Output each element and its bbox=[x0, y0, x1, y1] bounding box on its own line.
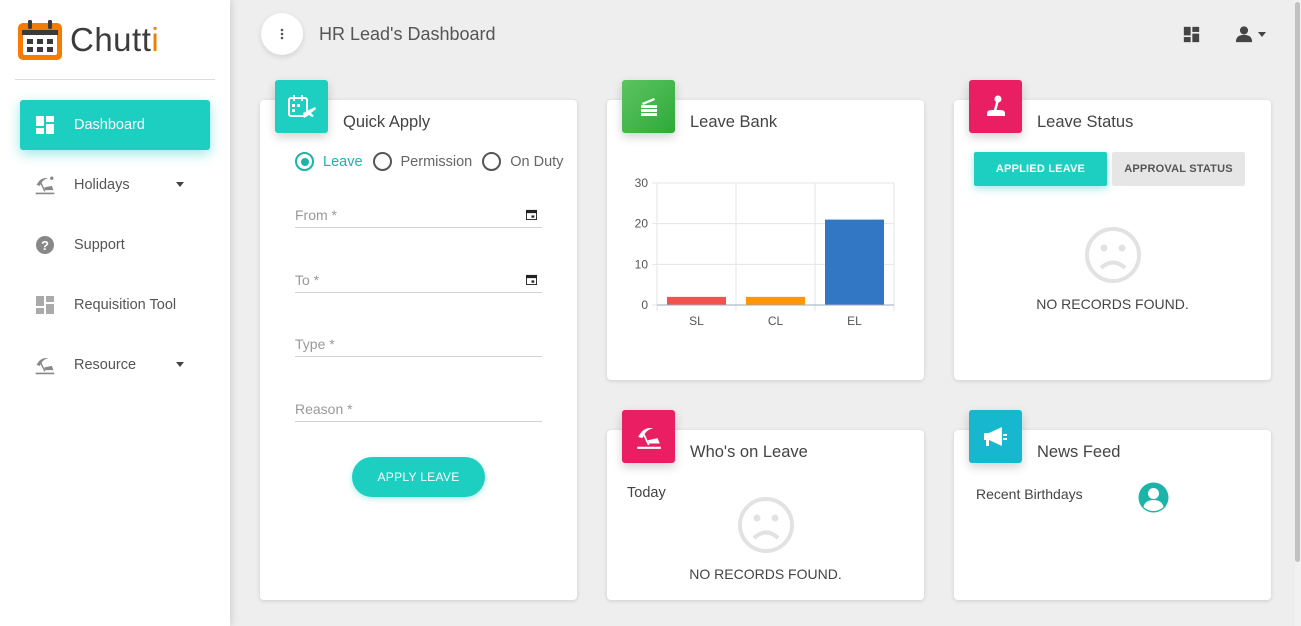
x-tick-label: CL bbox=[768, 314, 784, 328]
apply-leave-button[interactable]: APPLY LEAVE bbox=[352, 457, 485, 497]
card-title: Leave Bank bbox=[690, 113, 778, 131]
leave-type-radio-group: Leave Permission On Duty bbox=[295, 152, 573, 171]
today-label: Today bbox=[627, 485, 666, 501]
from-date-field[interactable]: From * bbox=[295, 200, 542, 228]
dashboard-icon bbox=[34, 294, 56, 316]
sidebar-item-label: Holidays bbox=[74, 177, 130, 193]
card-title: Leave Status bbox=[1037, 113, 1134, 131]
app-name: Chutti bbox=[70, 21, 160, 58]
scrollbar[interactable] bbox=[1295, 0, 1301, 626]
field-placeholder: Type * bbox=[295, 336, 335, 352]
card-title: Who's on Leave bbox=[690, 443, 808, 461]
sidebar-item-label: Requisition Tool bbox=[74, 297, 177, 313]
y-tick-label: 20 bbox=[635, 217, 649, 231]
avatar-icon[interactable] bbox=[1138, 482, 1169, 513]
sidebar-item-requisition-tool[interactable]: Requisition Tool bbox=[20, 280, 210, 330]
radio-label: Permission bbox=[400, 153, 473, 170]
card-title: News Feed bbox=[1037, 443, 1121, 461]
calendar-icon[interactable] bbox=[526, 209, 537, 220]
dashboard-icon bbox=[1183, 26, 1200, 43]
sidebar-item-label: Resource bbox=[74, 357, 137, 373]
beach-icon bbox=[34, 354, 56, 376]
whos-on-leave-card: Who's on Leave Today NO RECORDS FOUND. bbox=[607, 410, 924, 600]
calendar-logo-icon bbox=[18, 20, 62, 60]
recent-birthdays-label: Recent Birthdays bbox=[976, 486, 1083, 502]
y-tick-label: 30 bbox=[635, 176, 649, 190]
beach-icon bbox=[622, 410, 675, 463]
reason-field[interactable]: Reason * bbox=[295, 394, 542, 422]
tab-applied-leave[interactable]: APPLIED LEAVE bbox=[974, 152, 1107, 186]
money-stack-icon bbox=[622, 80, 675, 133]
chevron-down-icon bbox=[176, 362, 184, 367]
user-icon bbox=[1235, 26, 1253, 43]
empty-state-text: NO RECORDS FOUND. bbox=[1036, 296, 1189, 312]
user-menu-button[interactable] bbox=[1235, 25, 1266, 43]
x-tick-label: EL bbox=[847, 314, 862, 328]
sidebar-item-label: Dashboard bbox=[74, 117, 145, 133]
calendar-icon[interactable] bbox=[526, 274, 537, 285]
bar-cl bbox=[746, 296, 805, 305]
card-title: Quick Apply bbox=[343, 113, 431, 131]
sidebar: Chutti Dashboard Holidays ? Support Requ… bbox=[0, 0, 230, 626]
empty-state-text: NO RECORDS FOUND. bbox=[689, 566, 842, 582]
bar-el bbox=[825, 219, 884, 305]
sad-face-icon bbox=[738, 497, 794, 553]
radio-circle bbox=[482, 152, 502, 171]
type-field[interactable]: Type * bbox=[295, 329, 542, 357]
sidebar-item-support[interactable]: ? Support bbox=[20, 220, 210, 270]
radio-leave[interactable]: Leave bbox=[295, 152, 363, 171]
leave-bank-chart: 0 10 20 30 SL CL EL bbox=[635, 176, 895, 328]
radio-label: Leave bbox=[323, 153, 363, 170]
dashboard-icon bbox=[34, 114, 56, 136]
sidebar-item-holidays[interactable]: Holidays bbox=[20, 160, 210, 210]
page-title: HR Lead's Dashboard bbox=[319, 24, 496, 44]
calendar-plane-icon bbox=[275, 80, 328, 133]
megaphone-icon bbox=[969, 410, 1022, 463]
bar-sl bbox=[667, 296, 726, 305]
news-feed-card: News Feed Recent Birthdays bbox=[954, 410, 1271, 600]
radio-permission[interactable]: Permission bbox=[372, 152, 473, 171]
menu-button[interactable] bbox=[261, 13, 303, 55]
radio-label: On Duty bbox=[510, 153, 564, 170]
svg-text:?: ? bbox=[41, 238, 49, 253]
beach-icon bbox=[34, 174, 56, 196]
sad-face-icon bbox=[1085, 227, 1141, 283]
sidebar-item-dashboard[interactable]: Dashboard bbox=[20, 100, 210, 150]
y-tick-label: 0 bbox=[641, 298, 648, 312]
logo[interactable]: Chutti bbox=[18, 20, 159, 60]
radio-on-duty[interactable]: On Duty bbox=[482, 152, 563, 171]
dashboard-toggle-button[interactable] bbox=[1183, 26, 1200, 48]
sidebar-nav: Dashboard Holidays ? Support Requisition… bbox=[20, 100, 210, 400]
radio-circle bbox=[372, 152, 392, 171]
tab-approval-status[interactable]: APPROVAL STATUS bbox=[1112, 152, 1245, 186]
leave-status-card: Leave Status APPLIED LEAVE APPROVAL STAT… bbox=[954, 80, 1271, 380]
chevron-down-icon bbox=[176, 182, 184, 187]
chevron-down-icon bbox=[1258, 31, 1266, 37]
sidebar-item-label: Support bbox=[74, 237, 125, 253]
radio-circle bbox=[295, 152, 314, 171]
field-placeholder: To * bbox=[295, 272, 320, 288]
divider bbox=[15, 79, 215, 80]
scrollbar-thumb[interactable] bbox=[1295, 2, 1300, 562]
help-icon: ? bbox=[34, 234, 56, 256]
field-placeholder: Reason * bbox=[295, 401, 353, 417]
more-vertical-icon bbox=[280, 28, 284, 40]
field-placeholder: From * bbox=[295, 207, 337, 223]
y-tick-label: 10 bbox=[635, 257, 649, 271]
leave-bank-card: Leave Bank 0 10 20 30 SL CL EL bbox=[607, 80, 924, 380]
sidebar-item-resource[interactable]: Resource bbox=[20, 340, 210, 390]
joystick-icon bbox=[969, 80, 1022, 133]
quick-apply-card: Quick Apply Leave Permission On Duty Fro… bbox=[260, 80, 577, 600]
to-date-field[interactable]: To * bbox=[295, 265, 542, 293]
x-tick-label: SL bbox=[689, 314, 704, 328]
